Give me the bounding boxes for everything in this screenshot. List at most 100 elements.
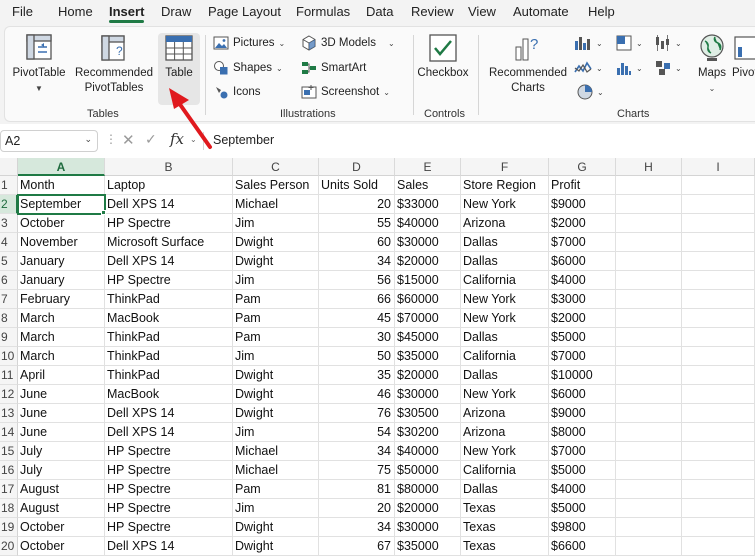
- table-cell[interactable]: [616, 499, 682, 518]
- table-cell[interactable]: 55: [319, 214, 395, 233]
- table-cell[interactable]: [616, 480, 682, 499]
- table-cell[interactable]: October: [18, 537, 105, 556]
- menu-draw[interactable]: Draw: [161, 4, 191, 19]
- table-cell[interactable]: [682, 423, 755, 442]
- header-cell[interactable]: Laptop: [105, 176, 233, 195]
- table-cell[interactable]: $3000: [549, 290, 616, 309]
- table-cell[interactable]: ThinkPad: [105, 290, 233, 309]
- table-cell[interactable]: Dallas: [461, 328, 549, 347]
- row-header-15[interactable]: 15: [0, 442, 18, 461]
- table-cell[interactable]: [616, 442, 682, 461]
- table-cell[interactable]: $4000: [549, 271, 616, 290]
- smartart-button[interactable]: SmartArt: [301, 60, 366, 76]
- table-cell[interactable]: $6600: [549, 537, 616, 556]
- table-cell[interactable]: $6000: [549, 252, 616, 271]
- table-cell[interactable]: [616, 309, 682, 328]
- recommended-charts-button[interactable]: ? Recommended Charts: [486, 33, 570, 96]
- pivotchart-button[interactable]: Pivot: [732, 33, 755, 81]
- row-header-9[interactable]: 9: [0, 328, 18, 347]
- table-button[interactable]: Table: [157, 33, 201, 81]
- table-cell[interactable]: 67: [319, 537, 395, 556]
- row-header-14[interactable]: 14: [0, 423, 18, 442]
- column-header-a[interactable]: A: [18, 158, 105, 176]
- icons-button[interactable]: Icons: [213, 84, 261, 100]
- table-cell[interactable]: Microsoft Surface: [105, 233, 233, 252]
- table-cell[interactable]: [616, 328, 682, 347]
- table-cell[interactable]: October: [18, 518, 105, 537]
- row-header-19[interactable]: 19: [0, 518, 18, 537]
- table-cell[interactable]: $9000: [549, 404, 616, 423]
- table-cell[interactable]: [682, 252, 755, 271]
- table-cell[interactable]: $30000: [395, 385, 461, 404]
- table-cell[interactable]: [682, 290, 755, 309]
- recommended-pivottables-button[interactable]: ? Recommended PivotTables: [73, 33, 155, 96]
- table-cell[interactable]: [682, 195, 755, 214]
- table-cell[interactable]: Dallas: [461, 480, 549, 499]
- table-cell[interactable]: $2000: [549, 309, 616, 328]
- header-cell[interactable]: Month: [18, 176, 105, 195]
- table-cell[interactable]: MacBook: [105, 309, 233, 328]
- pictures-button[interactable]: Pictures ⌄: [213, 35, 285, 51]
- table-cell[interactable]: $30000: [395, 233, 461, 252]
- table-cell[interactable]: $6000: [549, 385, 616, 404]
- table-cell[interactable]: MacBook: [105, 385, 233, 404]
- table-cell[interactable]: March: [18, 347, 105, 366]
- checkbox-button[interactable]: Checkbox: [415, 33, 471, 81]
- table-cell[interactable]: California: [461, 347, 549, 366]
- table-cell[interactable]: [616, 195, 682, 214]
- table-cell[interactable]: [682, 347, 755, 366]
- table-cell[interactable]: $10000: [549, 366, 616, 385]
- column-header-d[interactable]: D: [319, 158, 395, 176]
- table-cell[interactable]: Dallas: [461, 252, 549, 271]
- row-header-11[interactable]: 11: [0, 366, 18, 385]
- header-cell[interactable]: Sales: [395, 176, 461, 195]
- menu-insert[interactable]: Insert: [109, 4, 145, 23]
- table-cell[interactable]: Dallas: [461, 366, 549, 385]
- table-cell[interactable]: March: [18, 309, 105, 328]
- table-cell[interactable]: [682, 404, 755, 423]
- table-cell[interactable]: Michael: [233, 442, 319, 461]
- table-cell[interactable]: $50000: [395, 461, 461, 480]
- table-cell[interactable]: $5000: [549, 328, 616, 347]
- table-cell[interactable]: Pam: [233, 328, 319, 347]
- column-header-i[interactable]: I: [682, 158, 755, 176]
- row-header-17[interactable]: 17: [0, 480, 18, 499]
- table-cell[interactable]: $5000: [549, 461, 616, 480]
- header-cell[interactable]: Units Sold: [319, 176, 395, 195]
- table-cell[interactable]: New York: [461, 290, 549, 309]
- table-cell[interactable]: Dell XPS 14: [105, 195, 233, 214]
- table-cell[interactable]: Dwight: [233, 233, 319, 252]
- table-cell[interactable]: New York: [461, 309, 549, 328]
- pie-chart-button[interactable]: ⌄: [577, 84, 604, 100]
- table-cell[interactable]: 76: [319, 404, 395, 423]
- table-cell[interactable]: 20: [319, 195, 395, 214]
- table-cell[interactable]: Texas: [461, 518, 549, 537]
- table-cell[interactable]: [682, 233, 755, 252]
- table-cell[interactable]: $30200: [395, 423, 461, 442]
- table-cell[interactable]: Dwight: [233, 385, 319, 404]
- table-cell[interactable]: California: [461, 461, 549, 480]
- scatter-chart-button[interactable]: ⌄: [655, 60, 682, 76]
- table-cell[interactable]: [682, 461, 755, 480]
- chevron-down-icon[interactable]: ⌄: [84, 134, 92, 145]
- table-cell[interactable]: [682, 537, 755, 556]
- enter-icon[interactable]: ✓: [145, 131, 157, 148]
- table-cell[interactable]: $30000: [395, 518, 461, 537]
- table-cell[interactable]: [682, 366, 755, 385]
- table-cell[interactable]: Arizona: [461, 423, 549, 442]
- pivottable-button[interactable]: PivotTable ▼: [11, 33, 67, 96]
- table-cell[interactable]: ThinkPad: [105, 328, 233, 347]
- table-cell[interactable]: 54: [319, 423, 395, 442]
- table-cell[interactable]: New York: [461, 442, 549, 461]
- table-cell[interactable]: $40000: [395, 442, 461, 461]
- table-cell[interactable]: 75: [319, 461, 395, 480]
- insert-function-icon[interactable]: fx: [170, 130, 184, 148]
- table-cell[interactable]: 66: [319, 290, 395, 309]
- row-header-16[interactable]: 16: [0, 461, 18, 480]
- table-cell[interactable]: [616, 518, 682, 537]
- table-cell[interactable]: Dell XPS 14: [105, 404, 233, 423]
- row-header-13[interactable]: 13: [0, 404, 18, 423]
- row-header-7[interactable]: 7: [0, 290, 18, 309]
- row-header-20[interactable]: 20: [0, 537, 18, 556]
- table-cell[interactable]: [616, 423, 682, 442]
